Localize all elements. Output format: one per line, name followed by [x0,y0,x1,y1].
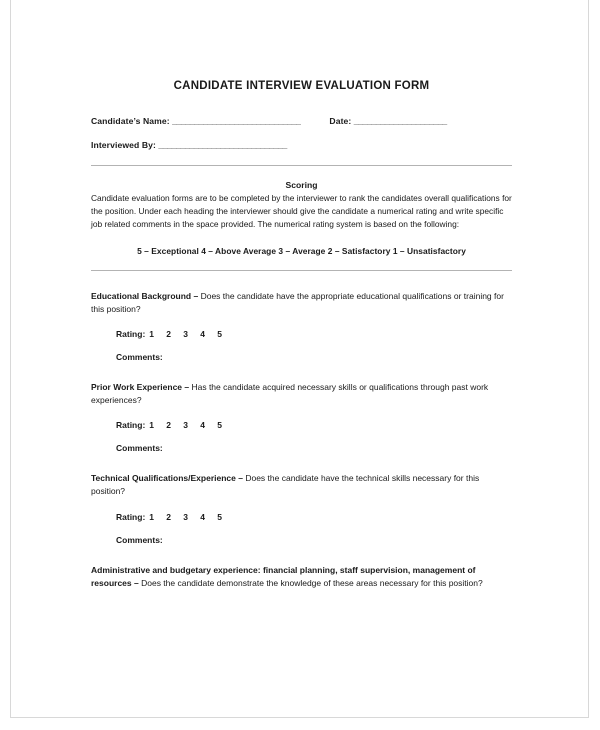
rating-option-2[interactable]: 2 [166,420,183,430]
document-page: CANDIDATE INTERVIEW EVALUATION FORM Cand… [10,0,589,718]
rating-label: Rating: [116,420,146,431]
section-heading: Prior Work Experience – [91,381,190,392]
section-heading: Educational Background – [91,290,199,301]
rating-option-4[interactable]: 4 [200,420,217,430]
rating-option-5[interactable]: 5 [217,512,234,522]
candidate-name-row: Candidate’s Name: ______________________… [91,116,512,127]
rating-option-3[interactable]: 3 [183,329,200,339]
rating-options: 12345 [149,512,234,522]
rating-option-2[interactable]: 2 [166,329,183,339]
section-question: Administrative and budgetary experience:… [91,564,512,590]
rating-row: Rating: 1 2 3 4 5 [91,329,512,339]
rating-row: Rating: 1 2 3 4 5 [91,420,512,430]
scoring-instructions: Candidate evaluation forms are to be com… [91,193,512,229]
comments-label[interactable]: Comments: [91,352,512,362]
rating-options: 12345 [149,420,234,430]
interviewed-by-input[interactable]: _____________________________ [158,140,287,150]
date-input[interactable]: _____________________ [354,116,447,126]
section-question: Educational Background – Does the candid… [91,290,512,316]
rating-option-1[interactable]: 1 [149,512,166,522]
rating-row: Rating: 1 2 3 4 5 [91,512,512,522]
section-question-text: Does the candidate demonstrate the knowl… [138,577,483,588]
rating-label: Rating: [116,511,146,522]
evaluation-section: Technical Qualifications/Experience – Do… [91,472,512,544]
rating-scale-legend: 5 – Exceptional 4 – Above Average 3 – Av… [137,245,466,256]
rating-option-5[interactable]: 5 [217,420,234,430]
scoring-section: Scoring Candidate evaluation forms are t… [91,180,512,255]
scoring-heading: Scoring [285,180,318,191]
divider-top [91,165,512,167]
evaluation-sections: Educational Background – Does the candid… [91,290,512,590]
evaluation-section: Prior Work Experience – Has the candidat… [91,381,512,453]
rating-option-4[interactable]: 4 [200,329,217,339]
rating-option-4[interactable]: 4 [200,512,217,522]
section-question: Prior Work Experience – Has the candidat… [91,381,512,407]
interviewed-by-row: Interviewed By: ________________________… [91,140,512,151]
comments-label[interactable]: Comments: [91,443,512,453]
candidate-name-label: Candidate’s Name: [91,115,170,126]
document-content: CANDIDATE INTERVIEW EVALUATION FORM Cand… [91,80,512,590]
divider-bottom [91,269,512,271]
page-title: CANDIDATE INTERVIEW EVALUATION FORM [173,80,430,92]
evaluation-section: Educational Background – Does the candid… [91,290,512,362]
section-question: Technical Qualifications/Experience – Do… [91,472,512,498]
rating-option-1[interactable]: 1 [149,329,166,339]
rating-options: 12345 [149,329,234,339]
rating-option-5[interactable]: 5 [217,329,234,339]
evaluation-section: Administrative and budgetary experience:… [91,564,512,590]
comments-label[interactable]: Comments: [91,535,512,545]
interviewed-by-label: Interviewed By: [91,139,157,150]
candidate-name-input[interactable]: _____________________________ [172,116,301,126]
rating-option-1[interactable]: 1 [149,420,166,430]
rating-option-3[interactable]: 3 [183,420,200,430]
section-heading: Technical Qualifications/Experience – [91,473,243,484]
rating-option-3[interactable]: 3 [183,512,200,522]
date-label: Date: [329,115,352,126]
rating-label: Rating: [116,328,146,339]
rating-option-2[interactable]: 2 [166,512,183,522]
